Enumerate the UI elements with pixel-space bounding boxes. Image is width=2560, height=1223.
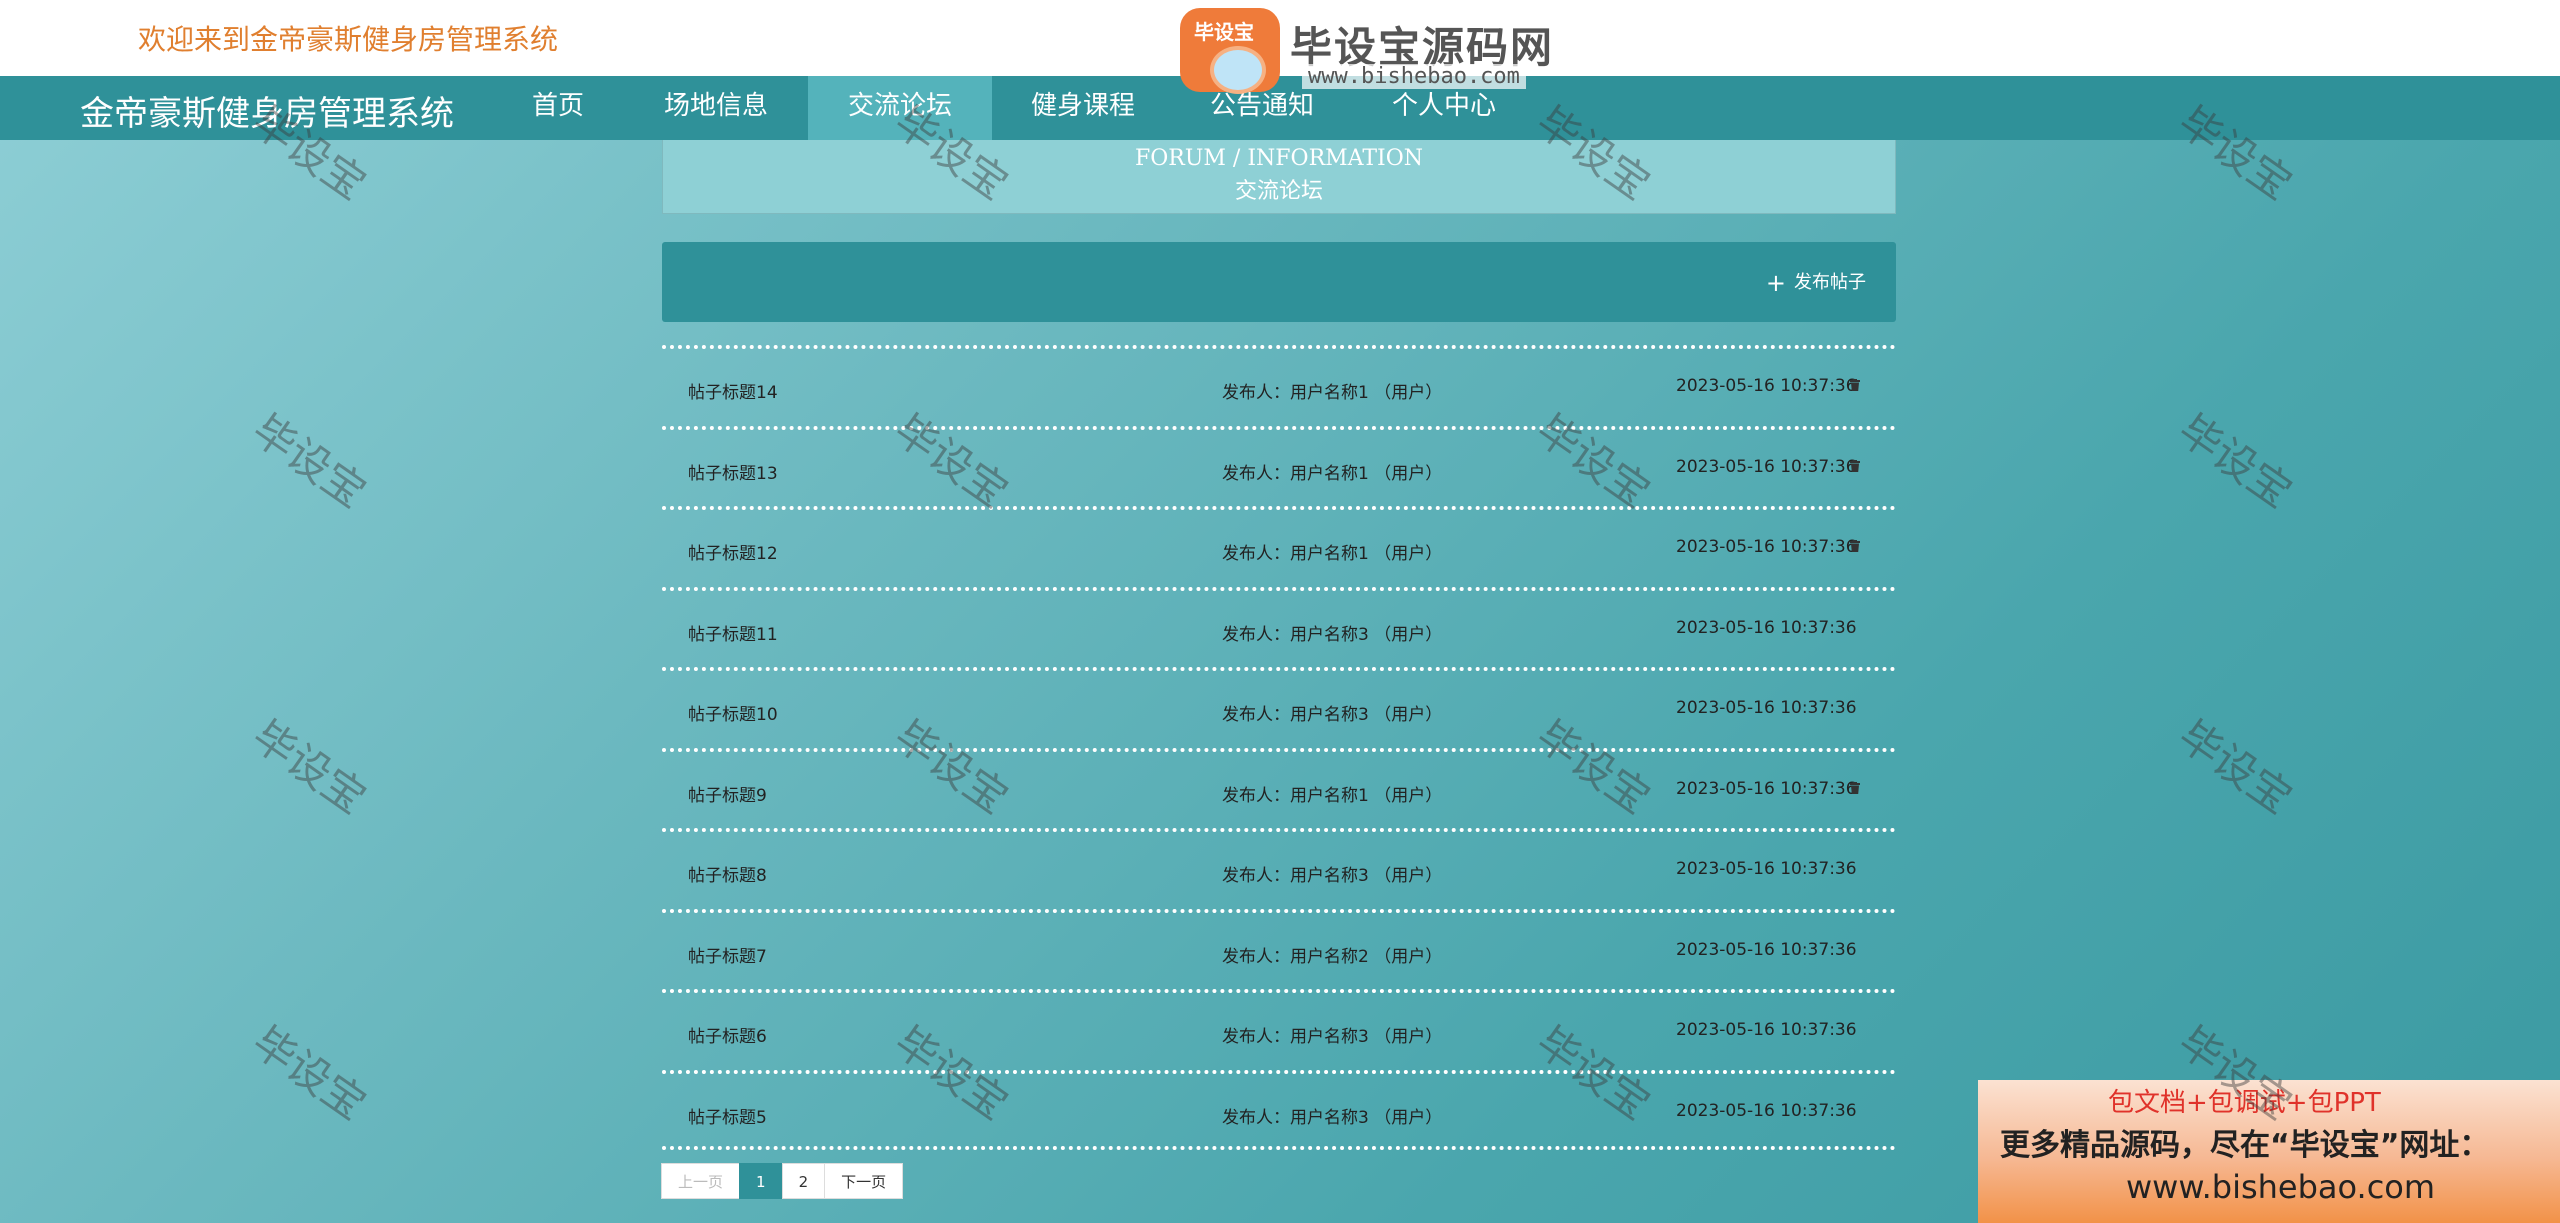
watermark-text: 毕设宝 [2169,710,2301,824]
logo-badge-text: 毕设宝 [1194,20,1254,44]
watermark-text: 毕设宝 [243,1016,375,1130]
watermark-text: 毕设宝 [2169,404,2301,518]
post-author: 发布人：用户名称1 （用户） [1222,463,1443,484]
post-time: 2023-05-16 10:37:36 [1676,456,1857,477]
post-row[interactable]: 帖子标题7 发布人：用户名称2 （用户） 2023-05-16 10:37:36 [662,908,1896,990]
logo-badge: 毕设宝 [1180,8,1280,94]
nav-item-home[interactable]: 首页 [494,76,622,140]
post-author: 发布人：用户名称1 （用户） [1222,383,1443,403]
post-time: 2023-05-16 10:37:36 [1676,1020,1857,1040]
post-row[interactable]: 帖子标题13 发布人：用户名称1 （用户） 2023-05-16 10:37:36 [662,425,1896,507]
ad-line-2: 更多精品源码，尽在“毕设宝”网址： [2000,1128,2490,1163]
post-title[interactable]: 帖子标题7 [688,942,767,967]
post-title[interactable]: 帖子标题6 [688,1022,767,1047]
post-author: 发布人：用户名称1 （用户） [1222,544,1443,564]
post-row[interactable]: 帖子标题14 发布人：用户名称1 （用户） 2023-05-16 10:37:36 [662,345,1896,426]
post-row[interactable]: 帖子标题9 发布人：用户名称1 （用户） 2023-05-16 10:37:36 [662,747,1896,829]
post-author: 发布人：用户名称3 （用户） [1222,705,1443,725]
logo-url: www.bishebao.com [1302,64,1526,89]
next-page-button[interactable]: 下一页 [824,1163,904,1199]
watermark-text: 毕设宝 [243,404,375,518]
delete-icon[interactable] [1850,459,1860,472]
post-time: 2023-05-16 10:37:36 [1676,537,1857,557]
post-row[interactable]: 帖子标题8 发布人：用户名称3 （用户） 2023-05-16 10:37:36 [662,828,1896,909]
post-time: 2023-05-16 10:37:36 [1676,376,1857,396]
post-title[interactable]: 帖子标题14 [688,378,778,403]
post-title[interactable]: 帖子标题8 [688,861,767,886]
site-brand[interactable]: 金帝豪斯健身房管理系统 [80,86,454,135]
nav-item-courses[interactable]: 健身课程 [992,76,1174,140]
watermark-text: 毕设宝 [243,710,375,824]
pagination: 上一页 1 2 下一页 [661,1163,904,1199]
post-row[interactable]: 帖子标题5 发布人：用户名称3 （用户） 2023-05-16 10:37:36 [662,1069,1896,1150]
post-title[interactable]: 帖子标题11 [688,620,778,645]
plus-icon: + [1765,269,1786,297]
post-list: 帖子标题14 发布人：用户名称1 （用户） 2023-05-16 10:37:36 帖… [662,345,1896,1150]
post-title[interactable]: 帖子标题12 [688,539,778,564]
post-author: 发布人：用户名称3 （用户） [1222,1027,1443,1047]
post-time: 2023-05-16 10:37:36 [1676,778,1857,799]
post-author: 发布人：用户名称3 （用户） [1222,1107,1443,1128]
post-author: 发布人：用户名称2 （用户） [1222,946,1443,967]
post-row[interactable]: 帖子标题11 发布人：用户名称3 （用户） 2023-05-16 10:37:36 [662,586,1896,668]
prev-page-button[interactable]: 上一页 [661,1163,741,1199]
page-2-button[interactable]: 2 [781,1163,826,1199]
nav-item-forum[interactable]: 交流论坛 [808,76,992,142]
post-time: 2023-05-16 10:37:36 [1676,1100,1857,1121]
publish-post-button[interactable]: + 发布帖子 [1766,268,1866,297]
ad-line-3: www.bishebao.com [2126,1168,2436,1206]
welcome-text: 欢迎来到金帝豪斯健身房管理系统 [138,23,559,56]
post-title[interactable]: 帖子标题5 [688,1103,767,1128]
ad-line-1: 包文档+包调试+包PPT [2108,1088,2381,1118]
page-1-button[interactable]: 1 [739,1163,783,1199]
nav-item-venue-info[interactable]: 场地信息 [624,76,808,140]
post-row[interactable]: 帖子标题10 发布人：用户名称3 （用户） 2023-05-16 10:37:36 [662,667,1896,748]
ad-banner[interactable]: 包文档+包调试+包PPT 更多精品源码，尽在“毕设宝”网址： www.bishe… [1978,1080,2560,1223]
post-time: 2023-05-16 10:37:36 [1676,859,1857,879]
bishebao-logo: 毕设宝 毕设宝源码网 www.bishebao.com [1176,4,1570,96]
post-title[interactable]: 帖子标题9 [688,781,767,806]
forum-header: FORUM / INFORMATION 交流论坛 [662,140,1896,214]
delete-icon[interactable] [1850,781,1860,794]
post-title[interactable]: 帖子标题13 [688,459,778,484]
delete-icon[interactable] [1850,540,1860,552]
forum-title-cn: 交流论坛 [1234,179,1323,204]
post-time: 2023-05-16 10:37:36 [1676,698,1857,718]
forum-action-bar: + 发布帖子 [662,242,1896,322]
post-author: 发布人：用户名称1 （用户） [1222,785,1443,806]
post-author: 发布人：用户名称3 （用户） [1222,624,1443,645]
post-time: 2023-05-16 10:37:36 [1676,617,1857,638]
logo-face-icon [1210,46,1266,94]
post-title[interactable]: 帖子标题10 [688,700,778,725]
post-author: 发布人：用户名称3 （用户） [1222,866,1443,886]
post-row[interactable]: 帖子标题6 发布人：用户名称3 （用户） 2023-05-16 10:37:36 [662,989,1896,1070]
delete-icon[interactable] [1850,379,1860,391]
post-row[interactable]: 帖子标题12 发布人：用户名称1 （用户） 2023-05-16 10:37:36 [662,506,1896,587]
forum-title-en: FORUM / INFORMATION [1135,146,1423,171]
post-time: 2023-05-16 10:37:36 [1676,939,1857,960]
publish-post-label: 发布帖子 [1794,272,1866,293]
